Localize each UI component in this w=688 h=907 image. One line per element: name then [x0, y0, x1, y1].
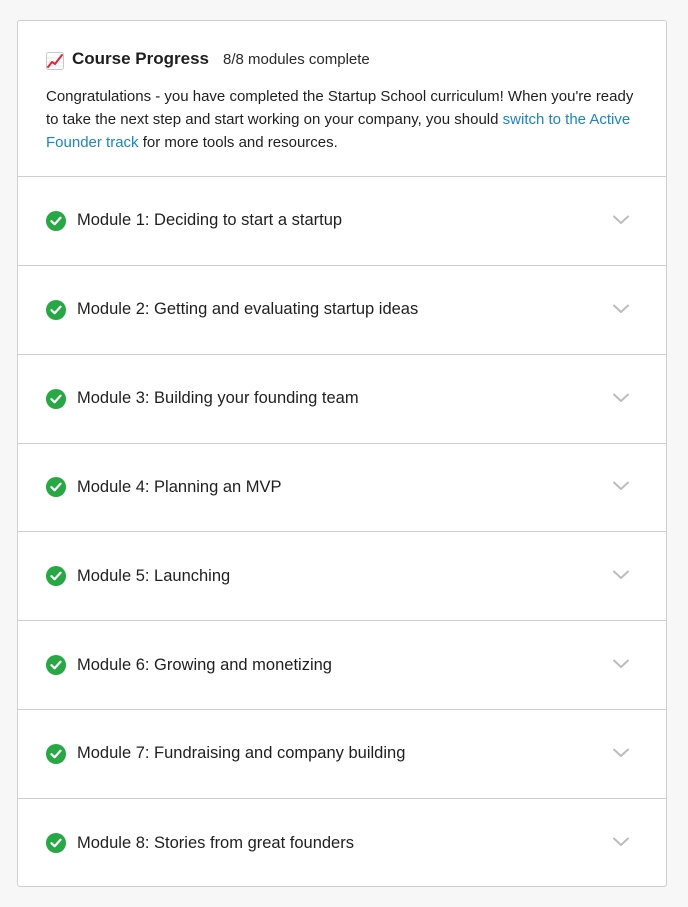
- chart-increasing-icon: [46, 52, 64, 70]
- module-list: Module 1: Deciding to start a startup Mo…: [18, 177, 666, 888]
- chevron-down-icon[interactable]: [612, 835, 630, 847]
- module-row-8[interactable]: Module 8: Stories from great founders: [18, 799, 666, 888]
- module-label: Module 3: Building your founding team: [77, 389, 359, 408]
- module-label: Module 4: Planning an MVP: [77, 477, 282, 496]
- module-label: Module 1: Deciding to start a startup: [77, 211, 343, 230]
- module-row-5[interactable]: Module 5: Launching: [18, 532, 666, 622]
- modules-complete-count: 8/8 modules complete: [223, 51, 370, 68]
- chevron-down-icon[interactable]: [612, 568, 630, 580]
- check-circle-icon: [46, 299, 66, 320]
- course-progress-card: Course Progress 8/8 modules complete Con…: [17, 20, 667, 887]
- module-label: Module 7: Fundraising and company buildi…: [77, 744, 406, 763]
- page-title: Course Progress: [72, 49, 209, 68]
- chevron-down-icon[interactable]: [612, 479, 630, 491]
- module-label: Module 8: Stories from great founders: [77, 833, 354, 852]
- chevron-down-icon[interactable]: [612, 746, 630, 758]
- check-circle-icon: [46, 388, 66, 409]
- chevron-down-icon[interactable]: [612, 391, 630, 403]
- module-label: Module 2: Getting and evaluating startup…: [77, 300, 419, 319]
- title-row: Course Progress 8/8 modules complete: [46, 49, 638, 73]
- check-circle-icon: [46, 210, 66, 231]
- check-circle-icon: [46, 477, 66, 498]
- module-row-7[interactable]: Module 7: Fundraising and company buildi…: [18, 710, 666, 799]
- module-label: Module 6: Growing and monetizing: [77, 655, 332, 674]
- check-circle-icon: [46, 655, 66, 676]
- course-progress-header: Course Progress 8/8 modules complete Con…: [18, 21, 666, 177]
- module-row-6[interactable]: Module 6: Growing and monetizing: [18, 621, 666, 711]
- module-row-2[interactable]: Module 2: Getting and evaluating startup…: [18, 266, 666, 355]
- module-label: Module 5: Launching: [77, 566, 231, 585]
- module-row-1[interactable]: Module 1: Deciding to start a startup: [18, 177, 666, 266]
- chevron-down-icon[interactable]: [612, 302, 630, 314]
- check-circle-icon: [46, 833, 66, 854]
- completion-message: Congratulations - you have completed the…: [46, 85, 638, 154]
- check-circle-icon: [46, 743, 66, 764]
- chevron-down-icon[interactable]: [612, 657, 630, 669]
- message-text-after: for more tools and resources.: [138, 134, 338, 151]
- chevron-down-icon[interactable]: [612, 213, 630, 225]
- check-circle-icon: [46, 566, 66, 587]
- module-row-3[interactable]: Module 3: Building your founding team: [18, 355, 666, 444]
- module-row-4[interactable]: Module 4: Planning an MVP: [18, 444, 666, 533]
